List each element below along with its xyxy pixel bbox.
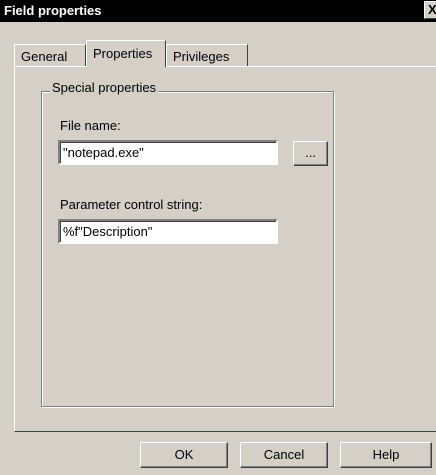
field-properties-dialog: Field properties X General Properties Pr… <box>0 0 436 475</box>
tab-privileges[interactable]: Privileges <box>166 44 248 66</box>
cancel-button[interactable]: Cancel <box>240 442 328 468</box>
tab-properties-label: Properties <box>93 46 153 61</box>
title-bar: Field properties X <box>0 0 436 22</box>
ok-button[interactable]: OK <box>140 442 228 468</box>
close-button[interactable]: X <box>424 1 436 19</box>
window-title: Field properties <box>4 3 102 18</box>
tab-privileges-label: Privileges <box>173 49 230 64</box>
properties-tab-panel <box>14 66 436 432</box>
tab-general-label: General <box>21 49 68 64</box>
tab-general[interactable]: General <box>14 44 86 66</box>
tab-properties[interactable]: Properties <box>86 40 166 67</box>
help-button[interactable]: Help <box>340 442 432 468</box>
